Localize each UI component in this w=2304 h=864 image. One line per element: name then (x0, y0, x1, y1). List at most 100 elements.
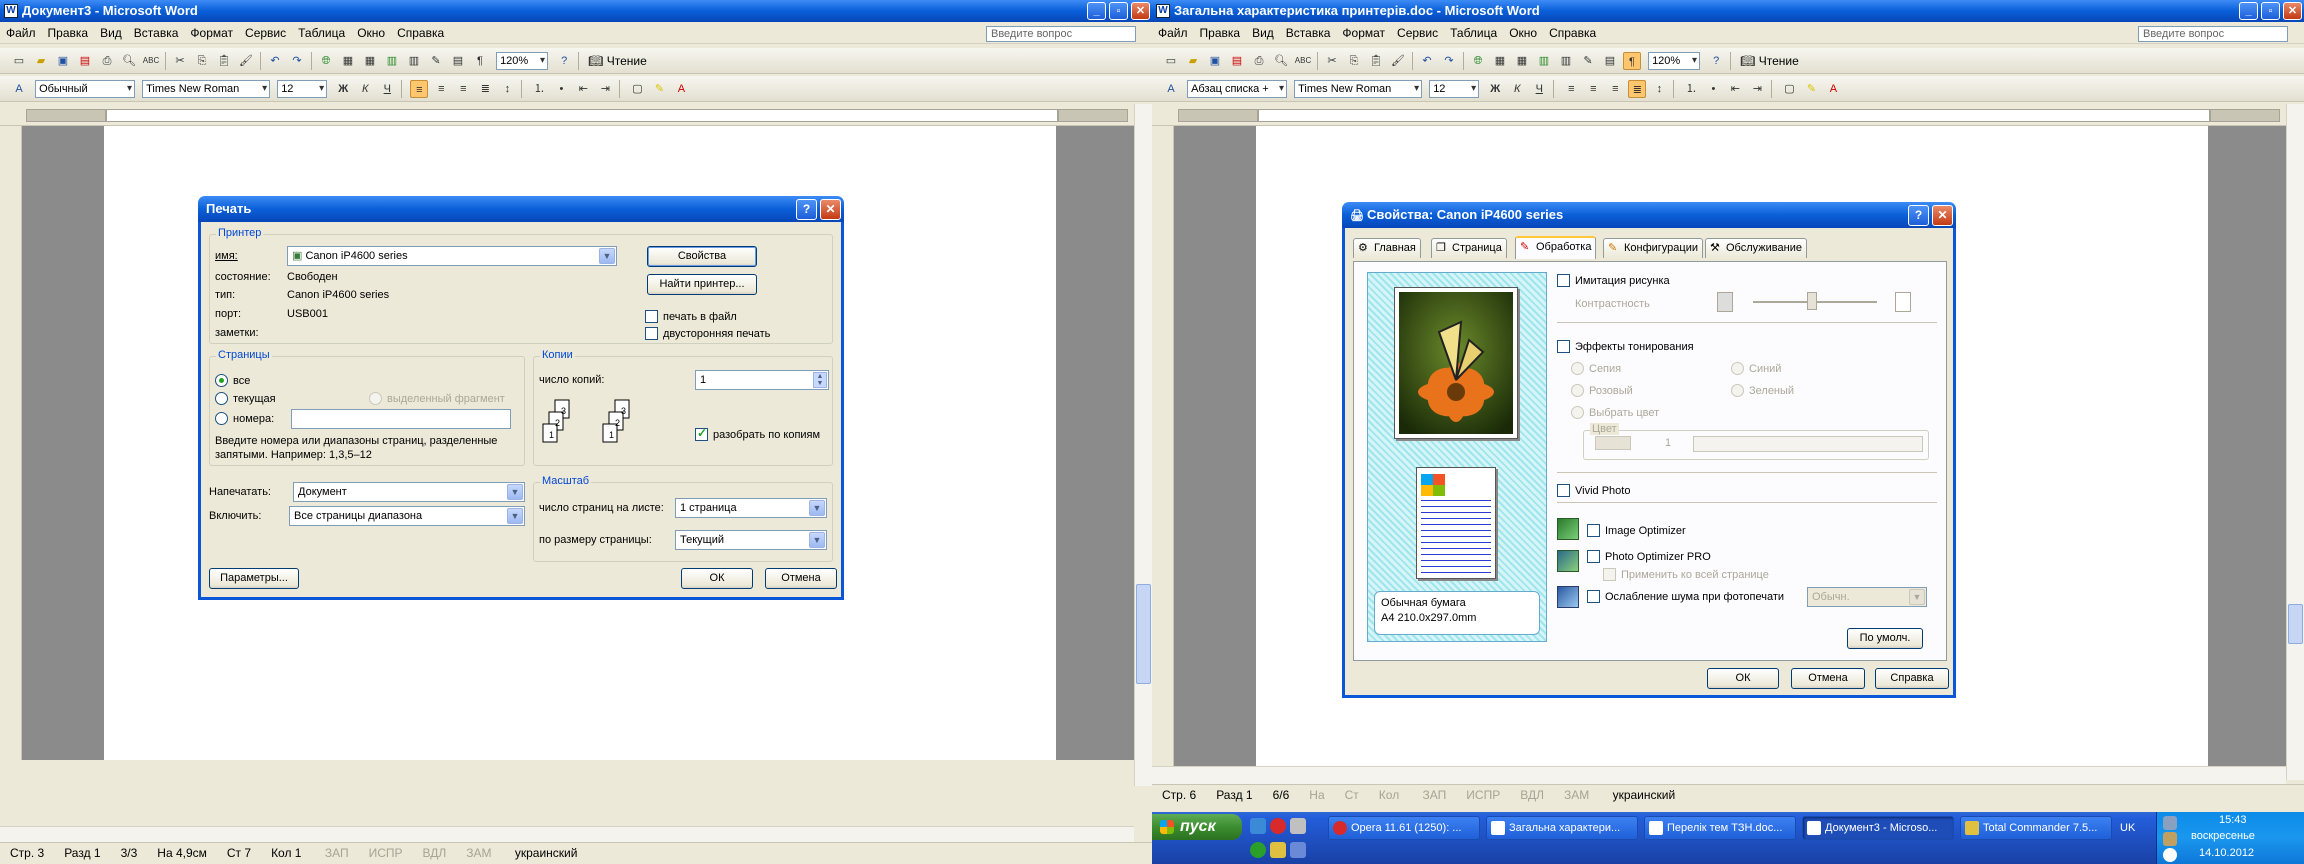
page-numbers-input[interactable] (291, 409, 511, 429)
hyperlink-icon[interactable]: 🌐︎ (317, 52, 335, 70)
highlight-icon[interactable]: ✎ (1802, 80, 1820, 98)
menu-view[interactable]: Вид (94, 22, 128, 44)
align-center-icon[interactable]: ≡ (432, 80, 450, 98)
help-icon[interactable]: ? (555, 52, 573, 70)
menu-edit[interactable]: Правка (1194, 22, 1247, 44)
pilcrow-icon[interactable]: ¶ (471, 52, 489, 70)
format-painter-icon[interactable]: 🖌︎ (237, 52, 255, 70)
drawing-icon[interactable]: ✎ (427, 52, 445, 70)
current-page-radio[interactable] (215, 392, 228, 405)
tab-configurations[interactable]: ✎ Конфигурации (1603, 238, 1704, 258)
maximize-button[interactable]: ▫ (2261, 2, 2280, 20)
status-rec[interactable]: ЗАП (1413, 785, 1457, 805)
menu-insert[interactable]: Вставка (1280, 22, 1337, 44)
task-opera[interactable]: Opera 11.61 (1250): ... (1328, 816, 1480, 840)
vertical-scrollbar[interactable] (1134, 104, 1152, 786)
cut-icon[interactable]: ✂ (171, 52, 189, 70)
drawing-icon[interactable]: ✎ (1579, 52, 1597, 70)
ok-button[interactable]: ОК (681, 568, 753, 589)
menu-window[interactable]: Окно (1503, 22, 1543, 44)
tray-app-icon[interactable] (2163, 832, 2177, 846)
copies-input[interactable]: 1 ▲ ▼ (695, 370, 829, 390)
close-button[interactable]: ✕ (2283, 2, 2302, 20)
print-what-select[interactable]: Документ ▼ (293, 482, 525, 502)
image-optimizer-checkbox[interactable] (1587, 524, 1600, 537)
save-icon[interactable]: ▣ (54, 52, 72, 70)
close-button[interactable]: ✕ (1131, 2, 1150, 20)
cancel-button[interactable]: Отмена (765, 568, 837, 589)
hyperlink-icon[interactable]: 🌐︎ (1469, 52, 1487, 70)
quicklaunch-skype-icon[interactable] (1250, 818, 1266, 834)
bullets-icon[interactable]: • (552, 80, 570, 98)
excel-icon[interactable]: ▥ (383, 52, 401, 70)
decrease-indent-icon[interactable]: ⇤ (1726, 80, 1744, 98)
styles-pane-icon[interactable]: A (10, 80, 28, 98)
spelling-icon[interactable]: ABC (142, 52, 160, 70)
horizontal-ruler[interactable] (1152, 104, 2304, 126)
tray-clock-icon[interactable] (2163, 848, 2177, 862)
help-icon[interactable]: ? (1908, 205, 1929, 226)
menu-help[interactable]: Справка (1543, 22, 1602, 44)
status-ext[interactable]: ВДЛ (413, 843, 457, 863)
align-right-icon[interactable]: ≡ (454, 80, 472, 98)
bullets-icon[interactable]: • (1704, 80, 1722, 98)
docmap-icon[interactable]: ▤ (449, 52, 467, 70)
scroll-thumb[interactable] (1136, 584, 1151, 684)
menu-help[interactable]: Справка (391, 22, 450, 44)
docmap-icon[interactable]: ▤ (1601, 52, 1619, 70)
options-button[interactable]: Параметры... (209, 568, 299, 589)
start-button[interactable]: пуск (1152, 814, 1242, 840)
help-icon[interactable]: ? (796, 199, 817, 220)
status-trk[interactable]: ИСПР (359, 843, 413, 863)
bold-icon[interactable]: Ж (1486, 80, 1504, 98)
ask-question-input[interactable]: Введите вопрос (2138, 26, 2288, 42)
status-trk[interactable]: ИСПР (1456, 785, 1510, 805)
borders-icon[interactable]: ▢ (1780, 80, 1798, 98)
size-select[interactable]: 12 (277, 80, 328, 98)
task-topics-doc[interactable]: Перелік тем ТЗН.doc... (1644, 816, 1796, 840)
align-right-icon[interactable]: ≡ (1606, 80, 1624, 98)
insert-table-icon[interactable]: ▦ (1513, 52, 1531, 70)
italic-icon[interactable]: К (356, 80, 374, 98)
menu-file[interactable]: Файл (1152, 22, 1194, 44)
style-select[interactable]: Обычный (35, 80, 136, 98)
menu-format[interactable]: Формат (1336, 22, 1391, 44)
ok-button[interactable]: ОК (1707, 668, 1779, 689)
horizontal-scrollbar[interactable] (1152, 766, 2286, 784)
pdf-icon[interactable]: ▤ (76, 52, 94, 70)
columns-icon[interactable]: ▥ (1557, 52, 1575, 70)
toning-checkbox[interactable] (1557, 340, 1570, 353)
numbering-icon[interactable]: ⒈ (1682, 80, 1700, 98)
font-select[interactable]: Times New Roman (1294, 80, 1423, 98)
vertical-scrollbar[interactable] (2286, 104, 2304, 780)
italic-icon[interactable]: К (1508, 80, 1526, 98)
network-icon[interactable] (2163, 816, 2177, 830)
copy-icon[interactable]: ⎘ (193, 52, 211, 70)
preview-icon[interactable]: 🔍︎ (1272, 52, 1290, 70)
print-icon[interactable]: ⎙ (98, 52, 116, 70)
left-title-bar[interactable]: W Документ3 - Microsoft Word _ ▫ ✕ (0, 0, 1152, 22)
minimize-button[interactable]: _ (2239, 2, 2258, 20)
blue-radio[interactable] (1731, 362, 1744, 375)
include-select[interactable]: Все страницы диапазона ▼ (289, 506, 525, 526)
open-icon[interactable]: ▰ (32, 52, 50, 70)
task-total-commander[interactable]: Total Commander 7.5... (1960, 816, 2112, 840)
undo-icon[interactable]: ↶ (1418, 52, 1436, 70)
styles-pane-icon[interactable]: A (1162, 80, 1180, 98)
maximize-button[interactable]: ▫ (1109, 2, 1128, 20)
columns-icon[interactable]: ▥ (405, 52, 423, 70)
quicklaunch-folder-icon[interactable] (1290, 818, 1306, 834)
undo-icon[interactable]: ↶ (266, 52, 284, 70)
menu-edit[interactable]: Правка (42, 22, 95, 44)
contrast-slider-thumb[interactable] (1807, 292, 1817, 310)
menu-view[interactable]: Вид (1246, 22, 1280, 44)
vivid-photo-checkbox[interactable] (1557, 484, 1570, 497)
line-spacing-icon[interactable]: ↕ (498, 80, 516, 98)
print-to-file-checkbox[interactable] (645, 310, 658, 323)
help-button[interactable]: Справка (1875, 668, 1949, 689)
new-icon[interactable]: ▭ (10, 52, 28, 70)
redo-icon[interactable]: ↷ (288, 52, 306, 70)
menu-window[interactable]: Окно (351, 22, 391, 44)
pilcrow-icon[interactable]: ¶ (1623, 52, 1641, 70)
page-numbers-radio[interactable] (215, 412, 228, 425)
